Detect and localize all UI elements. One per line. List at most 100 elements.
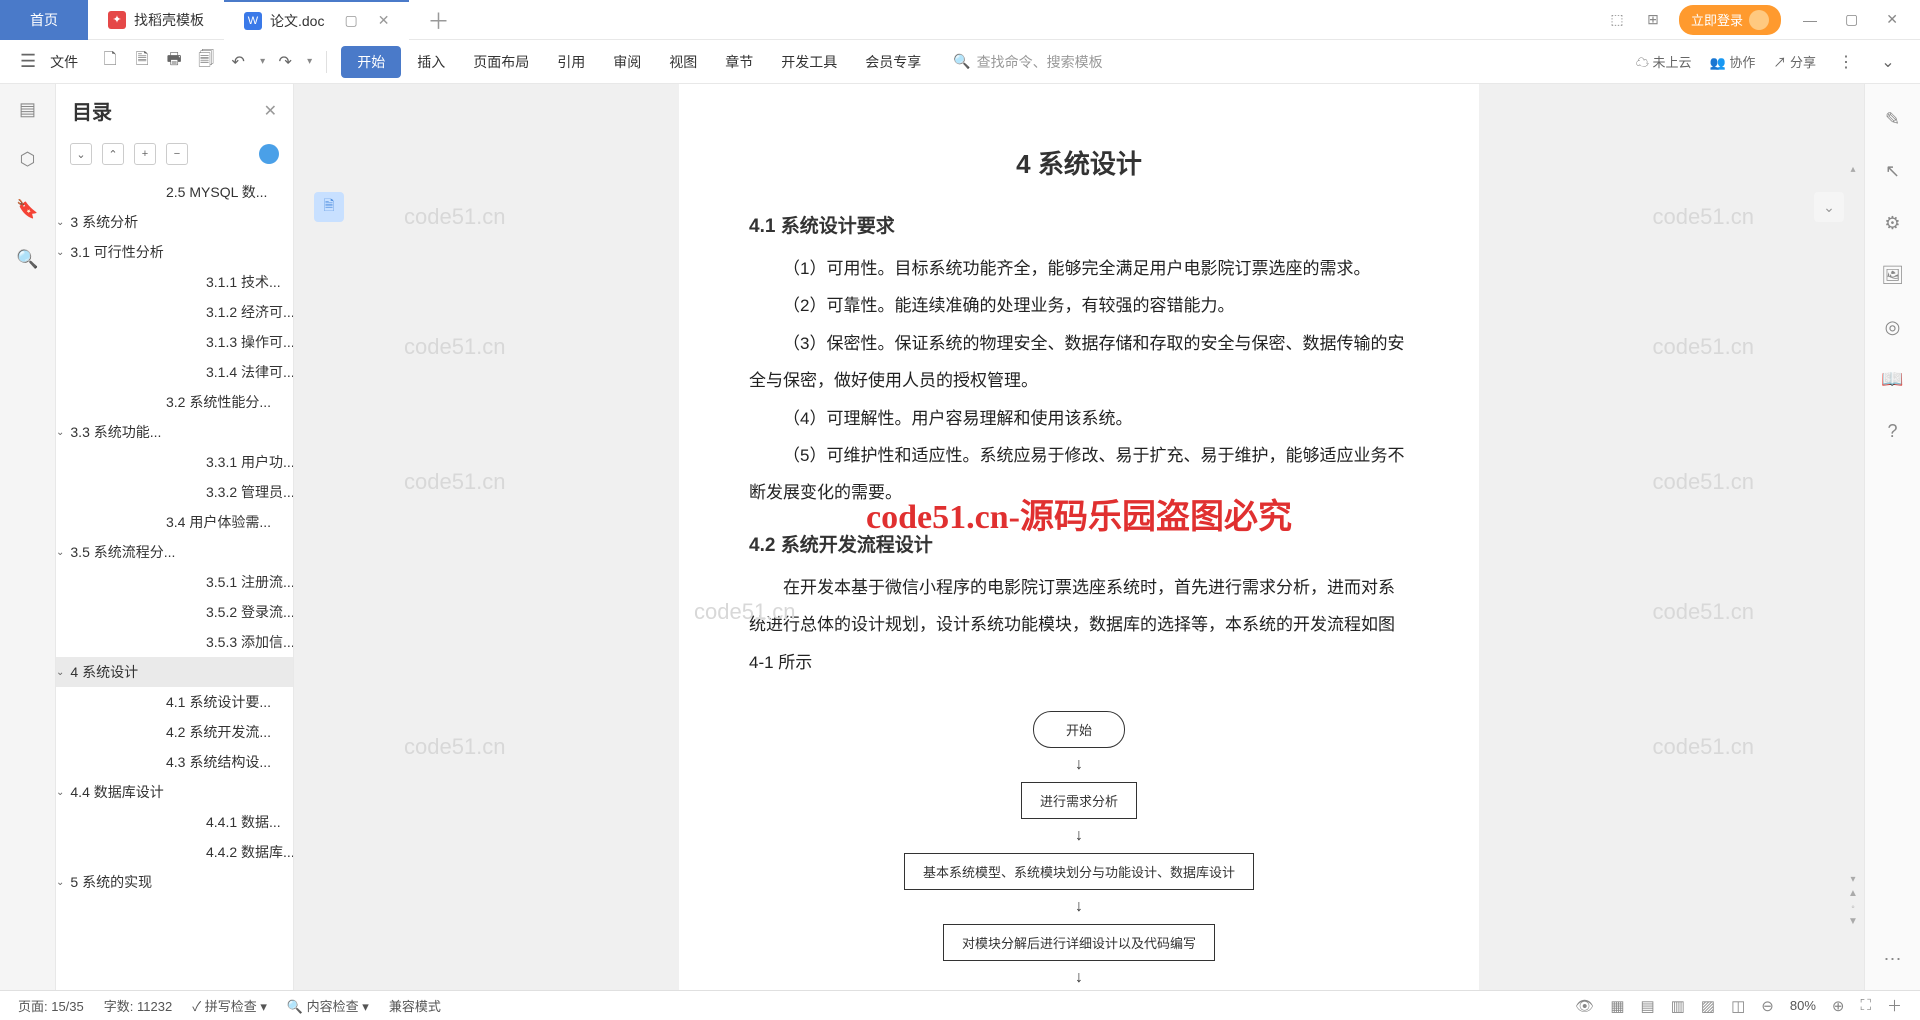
view3-icon[interactable]: ▥ [1671,997,1685,1015]
toc-item[interactable]: 4.2 系统开发流... [56,717,293,747]
settings-icon[interactable]: ⚙ [1882,212,1904,234]
toc-item[interactable]: 3.5.1 注册流... [56,567,293,597]
redo-dropdown[interactable]: ▾ [307,56,312,67]
book-icon[interactable]: 📖 [1882,368,1904,390]
toc-item[interactable]: 3.1.1 技术... [56,267,293,297]
compat-mode[interactable]: 兼容模式 [389,996,441,1015]
fullscreen-icon[interactable]: ⛶ [1860,997,1871,1014]
search-box[interactable]: 🔍 查找命令、搜索模板 [953,52,1102,72]
remove-icon[interactable]: − [166,143,188,165]
spellcheck-button[interactable]: ✓ 拼写检查 ▾ [192,996,267,1015]
content-check-button[interactable]: 🔍 内容检查 ▾ [287,996,369,1015]
page-up-icon[interactable]: ▲ [1846,888,1860,902]
toc-item[interactable]: 3.1.2 经济可... [56,297,293,327]
toc-item[interactable]: ⌄4.4 数据库设计 [56,777,293,807]
toc-item[interactable]: 3.5.3 添加信... [56,627,293,657]
toc-item[interactable]: 3.4 用户体验需... [56,507,293,537]
expand-all-icon[interactable]: ⌃ [102,143,124,165]
vertical-scrollbar[interactable]: ▴ ▾ ▲ ◦ ▼ [1846,164,1860,930]
toc-item[interactable]: 4.4.1 数据... [56,807,293,837]
save-icon[interactable]: 🗋 [98,50,122,74]
scroll-up-icon[interactable]: ▴ [1846,164,1860,178]
toc-item[interactable]: 4.1 系统设计要... [56,687,293,717]
document-area[interactable]: 🗎 ⌄ 4 系统设计 4.1 系统设计要求 （1）可用性。目标系统功能齐全，能够… [294,84,1864,990]
scroll-down-icon[interactable]: ▾ [1846,874,1860,888]
more-icon[interactable]: ⋮ [1834,50,1858,74]
zoom-out-icon[interactable]: ⊖ [1761,997,1774,1015]
ribbon-tab-4[interactable]: 审阅 [601,46,653,78]
toc-item[interactable]: ⌄3.3 系统功能... [56,417,293,447]
help-icon[interactable]: ? [1882,420,1904,442]
toc-item[interactable]: 4.4.2 数据库... [56,837,293,867]
zoom-level[interactable]: 80% [1790,998,1816,1013]
close-icon[interactable]: ✕ [378,12,390,29]
ribbon-tab-0[interactable]: 开始 [341,46,401,78]
menu-icon[interactable]: ☰ [20,51,36,72]
undo-icon[interactable]: ↶ [226,50,250,74]
ribbon-tab-8[interactable]: 会员专享 [853,46,933,78]
add-icon[interactable]: + [134,143,156,165]
ribbon-tab-2[interactable]: 页面布局 [461,46,541,78]
add-page-icon[interactable]: ＋ [1887,995,1902,1016]
target-icon[interactable]: ◎ [1882,316,1904,338]
toc-item[interactable]: 3.1.3 操作可... [56,327,293,357]
toc-item[interactable]: 4.3 系统结构设... [56,747,293,777]
view1-icon[interactable]: ▦ [1610,997,1624,1015]
ribbon-tab-3[interactable]: 引用 [545,46,597,78]
undo-dropdown[interactable]: ▾ [260,56,265,67]
ribbon-tab-5[interactable]: 视图 [657,46,709,78]
page-options-icon[interactable]: ⌄ [1814,192,1844,222]
word-count[interactable]: 字数: 11232 [104,996,172,1015]
toc-badge-icon[interactable] [259,144,279,164]
toc-item[interactable]: ⌄5 系统的实现 [56,867,293,897]
maximize-button[interactable]: ▢ [1839,11,1864,28]
toc-item[interactable]: ⌄3.5 系统流程分... [56,537,293,567]
eye-icon[interactable]: 👁 [1575,997,1594,1015]
layout-icon[interactable]: ⬚ [1607,10,1627,30]
package-icon[interactable]: ⬡ [17,148,39,170]
page-marker-icon[interactable]: 🗎 [314,192,344,222]
toc-item[interactable]: 2.5 MYSQL 数... [56,177,293,207]
page-down-icon[interactable]: ▼ [1846,916,1860,930]
new-tab-button[interactable]: ＋ [409,4,467,36]
tab-templates[interactable]: ✦ 找稻壳模板 [88,0,224,40]
collapse-all-icon[interactable]: ⌄ [70,143,92,165]
zoom-in-icon[interactable]: ⊕ [1832,997,1845,1015]
outline-icon[interactable]: ▤ [17,98,39,120]
saveas-icon[interactable]: 🗎 [130,50,154,74]
tab-home[interactable]: 首页 [0,0,88,40]
toc-item[interactable]: ⌄3.1 可行性分析 [56,237,293,267]
ribbon-tab-6[interactable]: 章节 [713,46,765,78]
view4-icon[interactable]: ▨ [1701,997,1715,1015]
toc-close-icon[interactable]: ✕ [264,101,277,121]
toc-item[interactable]: 3.3.1 用户功... [56,447,293,477]
toc-item[interactable]: ⌄4 系统设计 [56,657,293,687]
login-button[interactable]: 立即登录 [1679,5,1781,35]
print-icon[interactable]: 🖶 [162,50,186,74]
grid-icon[interactable]: ⊞ [1643,10,1663,30]
image-icon[interactable]: 🖼 [1882,264,1904,286]
window-icon[interactable]: ▢ [344,12,357,29]
file-menu[interactable]: 文件 [50,52,78,72]
preview-icon[interactable]: 🗐 [194,50,218,74]
cursor-icon[interactable]: ↖ [1882,160,1904,182]
collapse-icon[interactable]: ⌄ [1876,50,1900,74]
tab-document[interactable]: W 论文.doc ▢ ✕ [224,0,409,40]
close-button[interactable]: ✕ [1880,11,1904,28]
toc-item[interactable]: 3.3.2 管理员... [56,477,293,507]
pen-icon[interactable]: ✎ [1882,108,1904,130]
collab-button[interactable]: 👥 协作 [1710,52,1756,71]
toc-item[interactable]: 3.5.2 登录流... [56,597,293,627]
page-indicator[interactable]: 页面: 15/35 [18,996,84,1015]
toc-item[interactable]: 3.1.4 法律可... [56,357,293,387]
toc-item[interactable]: 3.2 系统性能分... [56,387,293,417]
bookmark-icon[interactable]: 🔖 [17,198,39,220]
minimize-button[interactable]: — [1797,12,1823,28]
share-button[interactable]: ↗ 分享 [1773,52,1816,71]
ruler-icon[interactable]: ◫ [1731,997,1745,1015]
page-nav-icon[interactable]: ◦ [1846,902,1860,916]
redo-icon[interactable]: ↷ [273,50,297,74]
more-icon[interactable]: ⋯ [1882,948,1904,970]
cloud-status[interactable]: ☁ 未上云 [1636,52,1692,71]
ribbon-tab-7[interactable]: 开发工具 [769,46,849,78]
